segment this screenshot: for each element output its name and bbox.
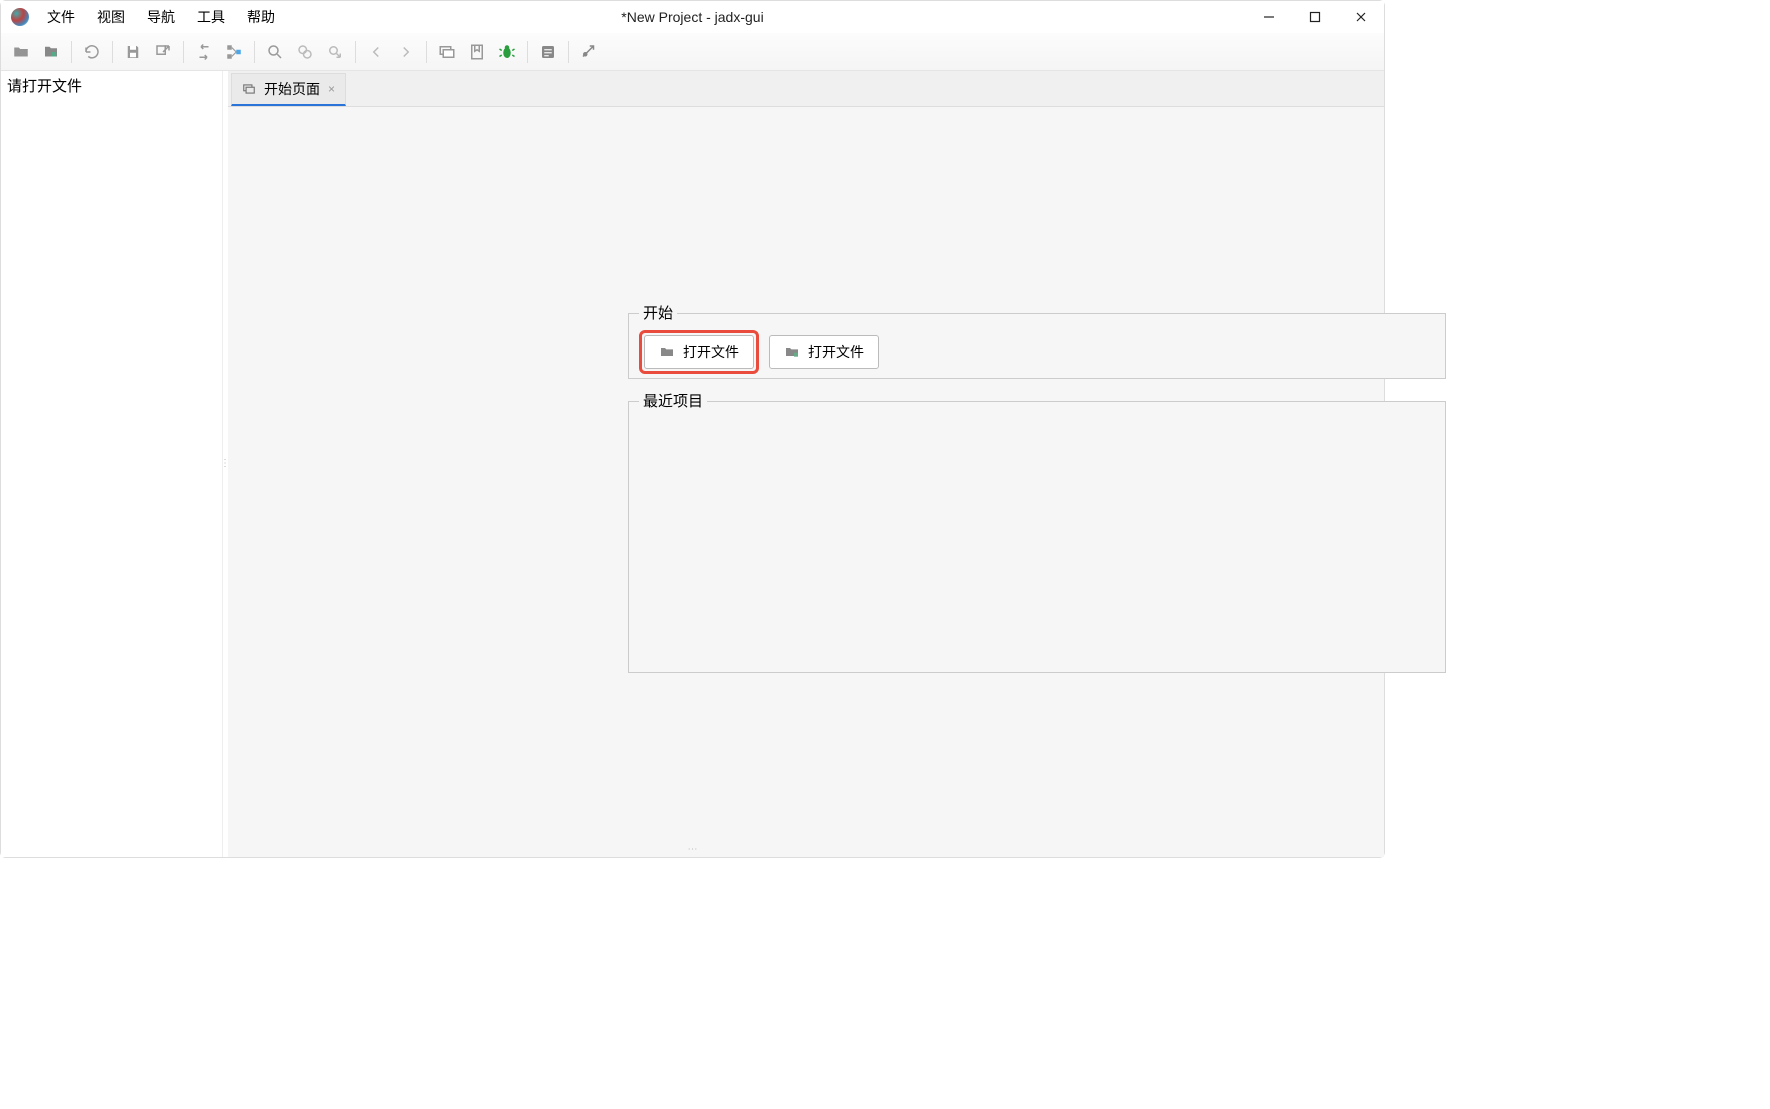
main-panel: 开始页面 × 开始 打开文件 <box>228 71 1384 857</box>
settings-icon[interactable] <box>575 38 603 66</box>
app-window: 文件 视图 导航 工具 帮助 *New Project - jadx-gui <box>0 0 1385 858</box>
menu-view[interactable]: 视图 <box>87 4 135 30</box>
search-next-icon[interactable] <box>321 38 349 66</box>
bookmark-icon[interactable] <box>463 38 491 66</box>
toolbar-separator <box>254 41 255 63</box>
forward-arrow-icon[interactable] <box>392 38 420 66</box>
back-arrow-icon[interactable] <box>362 38 390 66</box>
export-icon[interactable] <box>149 38 177 66</box>
sidebar-open-prompt: 请打开文件 <box>7 75 216 96</box>
content-area: 请打开文件 ⋮ 开始页面 × 开始 <box>1 71 1384 857</box>
tab-page-icon <box>242 82 256 96</box>
toolbar-separator <box>112 41 113 63</box>
bug-icon[interactable] <box>493 38 521 66</box>
open-project-icon[interactable] <box>37 38 65 66</box>
recent-projects-section: 最近项目 <box>628 401 1446 673</box>
app-icon <box>11 8 29 26</box>
tab-bar: 开始页面 × <box>228 71 1384 107</box>
tab-close-icon[interactable]: × <box>328 82 335 96</box>
search-duplicate-icon[interactable] <box>291 38 319 66</box>
menu-file[interactable]: 文件 <box>37 4 85 30</box>
frame-icon[interactable] <box>433 38 461 66</box>
start-section-legend: 开始 <box>639 302 677 323</box>
folder-add-icon <box>784 344 800 360</box>
toolbar <box>1 33 1384 71</box>
tab-start-page[interactable]: 开始页面 × <box>231 73 346 106</box>
bottom-resize-handle[interactable]: ⋯ <box>688 844 698 855</box>
window-title: *New Project - jadx-gui <box>621 9 763 25</box>
maximize-button[interactable] <box>1292 1 1338 33</box>
start-page-body: 开始 打开文件 <box>228 107 1384 857</box>
start-section: 开始 打开文件 <box>628 313 1446 379</box>
minimize-button[interactable] <box>1246 1 1292 33</box>
menu-bar: 文件 视图 导航 工具 帮助 <box>37 4 285 30</box>
sync-icon[interactable] <box>190 38 218 66</box>
toolbar-separator <box>568 41 569 63</box>
toolbar-separator <box>71 41 72 63</box>
menu-nav[interactable]: 导航 <box>137 4 185 30</box>
tab-label: 开始页面 <box>264 79 320 99</box>
window-controls <box>1246 1 1384 33</box>
toolbar-separator <box>426 41 427 63</box>
open-file-button-label: 打开文件 <box>683 342 739 362</box>
search-icon[interactable] <box>261 38 289 66</box>
toolbar-separator <box>355 41 356 63</box>
title-bar: 文件 视图 导航 工具 帮助 *New Project - jadx-gui <box>1 1 1384 33</box>
open-file-button[interactable]: 打开文件 <box>644 335 754 369</box>
open-file-highlight-box: 打开文件 <box>639 330 759 374</box>
open-project-button[interactable]: 打开文件 <box>769 335 879 369</box>
close-button[interactable] <box>1338 1 1384 33</box>
toolbar-separator <box>183 41 184 63</box>
toolbar-separator <box>527 41 528 63</box>
folder-open-icon <box>659 344 675 360</box>
log-icon[interactable] <box>534 38 562 66</box>
open-folder-icon[interactable] <box>7 38 35 66</box>
start-button-row: 打开文件 打开文件 <box>629 314 1445 384</box>
structure-icon[interactable] <box>220 38 248 66</box>
menu-tools[interactable]: 工具 <box>187 4 235 30</box>
file-tree-sidebar: 请打开文件 <box>1 71 223 857</box>
save-icon[interactable] <box>119 38 147 66</box>
menu-help[interactable]: 帮助 <box>237 4 285 30</box>
recent-projects-legend: 最近项目 <box>639 390 707 411</box>
open-project-button-label: 打开文件 <box>808 342 864 362</box>
reload-icon[interactable] <box>78 38 106 66</box>
